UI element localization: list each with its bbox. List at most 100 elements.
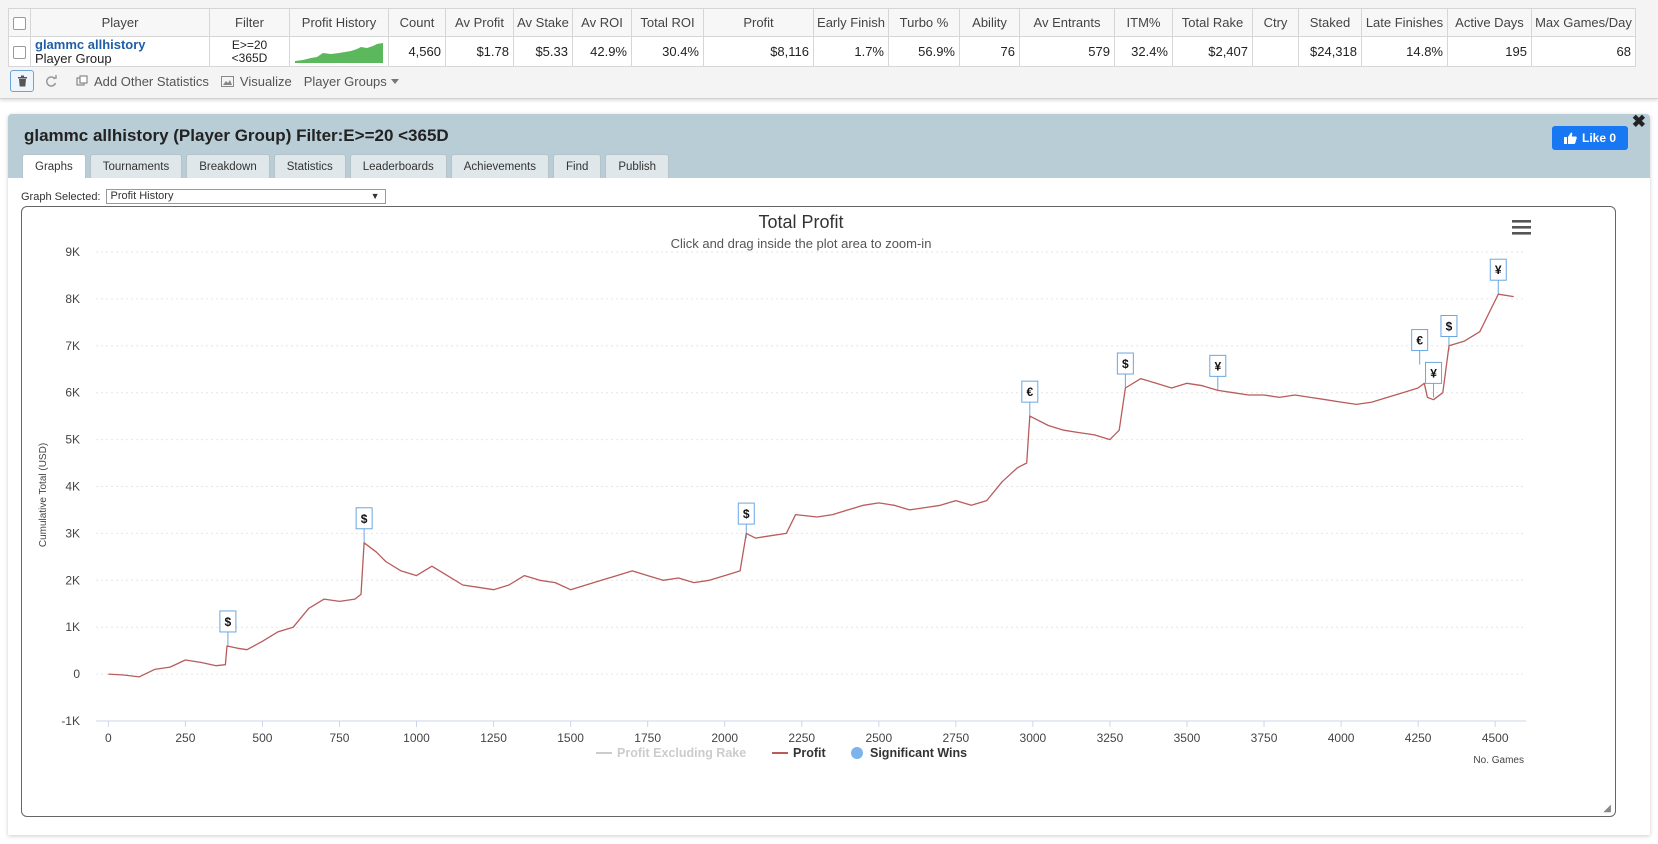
col-header-av-entrants[interactable]: Av Entrants xyxy=(1019,8,1115,37)
stats-panel: Player Filter Profit History Count Av Pr… xyxy=(0,0,1658,99)
tab-leaderboards[interactable]: Leaderboards xyxy=(349,154,447,179)
col-header-count[interactable]: Count xyxy=(388,8,446,37)
profit-line[interactable] xyxy=(108,293,1514,678)
tab-achievements[interactable]: Achievements xyxy=(450,154,549,179)
profit-chart[interactable]: -1K 0 1K 2K 3K 4K 5K 6K 7K 8K 9K 0 250 500 750 1000 125… xyxy=(22,207,1615,816)
graph-select-value: Profit History xyxy=(110,190,174,202)
x-tick-label: 4250 xyxy=(1405,731,1432,745)
significant-win-flag[interactable]: ¥ xyxy=(1425,361,1443,398)
significant-win-flag[interactable]: ¥ xyxy=(1489,258,1507,295)
legend-item-significant-wins[interactable]: Significant Wins xyxy=(851,746,967,760)
player-name-link[interactable]: glammc allhistory xyxy=(35,38,205,52)
chart-container[interactable]: -1K 0 1K 2K 3K 4K 5K 6K 7K 8K 9K 0 250 500 750 1000 125… xyxy=(21,206,1616,817)
x-tick-label: 1000 xyxy=(403,731,430,745)
visualize-label: Visualize xyxy=(239,73,292,89)
active-days-cell: 195 xyxy=(1447,36,1532,67)
legend-label: Significant Wins xyxy=(870,746,967,760)
significant-win-flag[interactable]: $ xyxy=(1116,352,1134,389)
col-header-ctry[interactable]: Ctry xyxy=(1252,8,1299,37)
col-header-profit-history[interactable]: Profit History xyxy=(289,8,389,37)
col-header-ability[interactable]: Ability xyxy=(959,8,1020,37)
col-header-staked[interactable]: Staked xyxy=(1298,8,1362,37)
av-profit-cell: $1.78 xyxy=(445,36,514,67)
tab-find[interactable]: Find xyxy=(552,154,602,179)
resize-handle-icon[interactable]: ◢ xyxy=(1603,803,1611,814)
total-rake-cell: $2,407 xyxy=(1172,36,1253,67)
refresh-button[interactable] xyxy=(44,74,64,88)
significant-win-flag[interactable]: $ xyxy=(219,610,237,646)
flag-label: ¥ xyxy=(1430,366,1437,380)
col-header-player[interactable]: Player xyxy=(30,8,210,37)
y-tick-label: 8K xyxy=(65,292,80,306)
add-stats-icon xyxy=(76,75,88,86)
legend-item-profit-excluding-rake[interactable]: Profit Excluding Rake xyxy=(596,746,746,760)
col-header-early-finish[interactable]: Early Finish xyxy=(813,8,889,37)
flag-label: $ xyxy=(361,512,368,526)
legend-item-profit[interactable]: Profit xyxy=(772,746,826,760)
col-header-total-rake[interactable]: Total Rake xyxy=(1172,8,1253,37)
panel-title: glammc allhistory (Player Group) Filter:… xyxy=(24,126,449,145)
select-all-checkbox[interactable] xyxy=(8,8,31,37)
col-header-late-finishes[interactable]: Late Finishes xyxy=(1361,8,1448,37)
chart-menu-button[interactable] xyxy=(1508,215,1534,241)
significant-win-flag[interactable]: $ xyxy=(355,507,373,543)
chart-legend: Profit Excluding Rake Profit Significant W… xyxy=(596,746,967,760)
delete-button[interactable] xyxy=(10,70,34,92)
tab-publish[interactable]: Publish xyxy=(605,154,670,179)
tab-tournaments[interactable]: Tournaments xyxy=(89,154,183,179)
x-tick-label: 250 xyxy=(175,731,195,745)
table-row: glammc allhistory Player Group E>=20 <36… xyxy=(8,36,1636,67)
player-groups-dropdown[interactable]: Player Groups xyxy=(304,74,399,89)
add-other-statistics-button[interactable]: Add Other Statistics xyxy=(76,74,209,89)
x-tick-label: 1750 xyxy=(634,731,661,745)
sparkline-chart xyxy=(295,42,383,63)
thumbs-up-icon xyxy=(1563,132,1577,144)
significant-win-flags: $ $ $ € $ ¥ € ¥ $ ¥ xyxy=(219,258,1507,646)
total-roi-cell: 30.4% xyxy=(631,36,704,67)
col-header-av-stake[interactable]: Av Stake xyxy=(513,8,573,37)
x-axis: 0 250 500 750 1000 1250 1500 1750 2000 2250 2500 27… xyxy=(96,720,1526,745)
col-header-active-days[interactable]: Active Days xyxy=(1447,8,1532,37)
row-checkbox[interactable] xyxy=(8,36,31,67)
col-header-profit[interactable]: Profit xyxy=(703,8,814,37)
significant-win-flag[interactable]: € xyxy=(1021,380,1039,417)
col-header-itm[interactable]: ITM% xyxy=(1114,8,1173,37)
significant-win-flag[interactable]: € xyxy=(1411,329,1429,365)
tab-statistics[interactable]: Statistics xyxy=(273,154,346,179)
flag-label: $ xyxy=(225,615,232,629)
col-header-turbo[interactable]: Turbo % xyxy=(888,8,960,37)
x-tick-label: 2500 xyxy=(865,731,892,745)
x-tick-label: 1250 xyxy=(480,731,507,745)
graph-select-dropdown[interactable]: Profit History ▼ xyxy=(105,189,386,204)
x-tick-label: 2750 xyxy=(942,731,969,745)
x-tick-label: 500 xyxy=(252,731,272,745)
col-header-filter[interactable]: Filter xyxy=(209,8,290,37)
col-header-total-roi[interactable]: Total ROI xyxy=(631,8,704,37)
itm-cell: 32.4% xyxy=(1114,36,1173,67)
x-tick-label: 4000 xyxy=(1328,731,1355,745)
y-tick-label: 9K xyxy=(65,245,80,259)
close-icon[interactable]: ✖ xyxy=(1632,112,1646,132)
profit-history-sparkline[interactable] xyxy=(289,36,389,67)
tab-breakdown[interactable]: Breakdown xyxy=(186,154,270,179)
significant-win-flag[interactable]: ¥ xyxy=(1209,354,1227,391)
facebook-like-button[interactable]: Like 0 xyxy=(1552,126,1628,150)
y-tick-label: 0 xyxy=(73,667,80,681)
col-header-av-roi[interactable]: Av ROI xyxy=(572,8,632,37)
y-tick-label: 3K xyxy=(65,526,80,540)
flag-label: ¥ xyxy=(1214,359,1221,373)
graphs-tab-content: Graph Selected: Profit History ▼ -1K 0 1K 2… xyxy=(8,178,1650,835)
y-tick-label: 1K xyxy=(65,620,80,634)
count-cell: 4,560 xyxy=(388,36,446,67)
profit-series[interactable] xyxy=(108,293,1514,678)
col-header-max-games-day[interactable]: Max Games/Day xyxy=(1531,8,1636,37)
tab-graphs[interactable]: Graphs xyxy=(22,154,86,180)
stats-toolbar: Add Other Statistics Visualize Player Gr… xyxy=(10,70,411,92)
y-tick-label: 2K xyxy=(65,573,80,587)
col-header-av-profit[interactable]: Av Profit xyxy=(445,8,514,37)
x-tick-label: 3500 xyxy=(1174,731,1201,745)
y-tick-label: 6K xyxy=(65,386,80,400)
visualize-button[interactable]: Visualize xyxy=(220,73,292,89)
av-stake-cell: $5.33 xyxy=(513,36,573,67)
late-finishes-cell: 14.8% xyxy=(1361,36,1448,67)
